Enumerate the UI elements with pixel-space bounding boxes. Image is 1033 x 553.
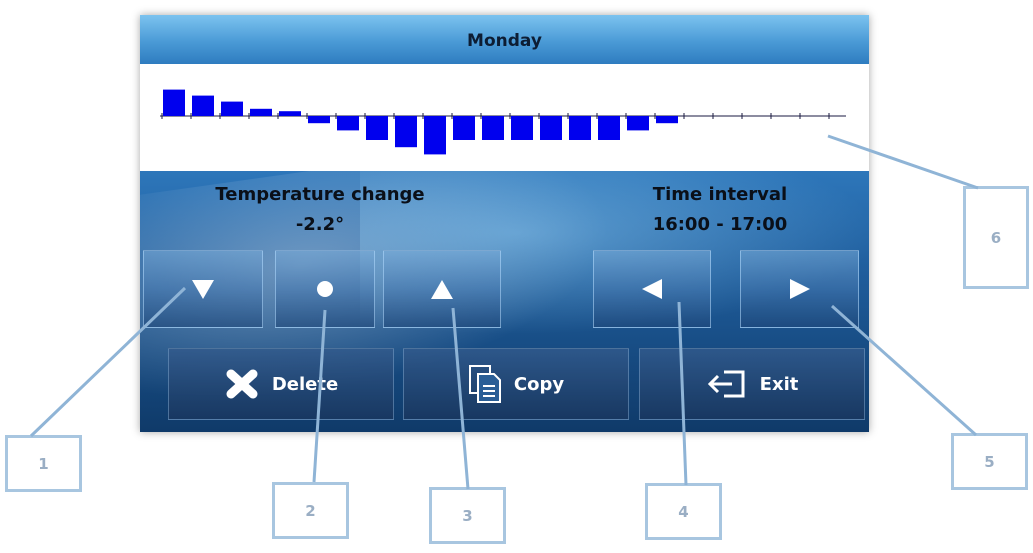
increase-temperature-button[interactable]	[383, 250, 501, 328]
temperature-graph	[140, 64, 869, 171]
triangle-right-icon	[789, 279, 810, 299]
graph-bar	[279, 111, 301, 116]
title-bar: Monday	[140, 15, 869, 64]
decrease-temperature-button[interactable]	[143, 250, 263, 328]
graph-bar	[569, 116, 591, 140]
temperature-change-label: Temperature change	[215, 184, 425, 205]
delete-button[interactable]: Delete	[168, 348, 394, 420]
graph-canvas	[160, 89, 846, 155]
day-title: Monday	[467, 31, 542, 51]
graph-bar	[192, 95, 214, 116]
graph-bar	[656, 116, 678, 124]
callout-6: 6	[963, 186, 1029, 289]
graph-bar	[482, 116, 504, 140]
callout-1: 1	[5, 435, 82, 492]
copy-label: Copy	[513, 373, 565, 395]
next-interval-button[interactable]	[740, 250, 859, 328]
reset-temperature-button[interactable]	[275, 250, 375, 328]
triangle-down-icon	[192, 280, 214, 299]
triangle-left-icon	[642, 279, 662, 299]
x-icon	[226, 369, 258, 399]
graph-bar	[308, 116, 330, 124]
graph-bar	[221, 101, 243, 116]
callout-4: 4	[645, 483, 722, 540]
copy-button[interactable]: Copy	[403, 348, 629, 420]
graph-bar	[395, 116, 417, 148]
time-interval-value: 16:00 - 17:00	[652, 214, 788, 235]
previous-interval-button[interactable]	[593, 250, 711, 328]
graph-bar	[598, 116, 620, 140]
callout-2: 2	[272, 482, 349, 539]
graph-bar	[337, 116, 359, 131]
controller-screen: Monday Temperature change -2.2° Time int…	[140, 15, 869, 432]
temperature-change-value: -2.2°	[295, 214, 345, 235]
graph-bar	[511, 116, 533, 140]
graph-bar	[453, 116, 475, 140]
graph-bar	[366, 116, 388, 140]
exit-label: Exit	[759, 373, 799, 395]
exit-button[interactable]: Exit	[639, 348, 865, 420]
graph-bar	[424, 116, 446, 155]
exit-arrow-icon	[707, 370, 745, 398]
document-icon	[468, 365, 501, 403]
callout-3: 3	[429, 487, 506, 544]
graph-bar	[163, 89, 185, 116]
graph-bar	[627, 116, 649, 131]
callout-5: 5	[951, 433, 1028, 490]
delete-label: Delete	[271, 373, 339, 395]
graph-bar	[250, 108, 272, 116]
triangle-up-icon	[431, 280, 453, 299]
time-interval-label: Time interval	[652, 184, 788, 205]
graph-bar	[540, 116, 562, 140]
dot-icon	[317, 281, 333, 297]
